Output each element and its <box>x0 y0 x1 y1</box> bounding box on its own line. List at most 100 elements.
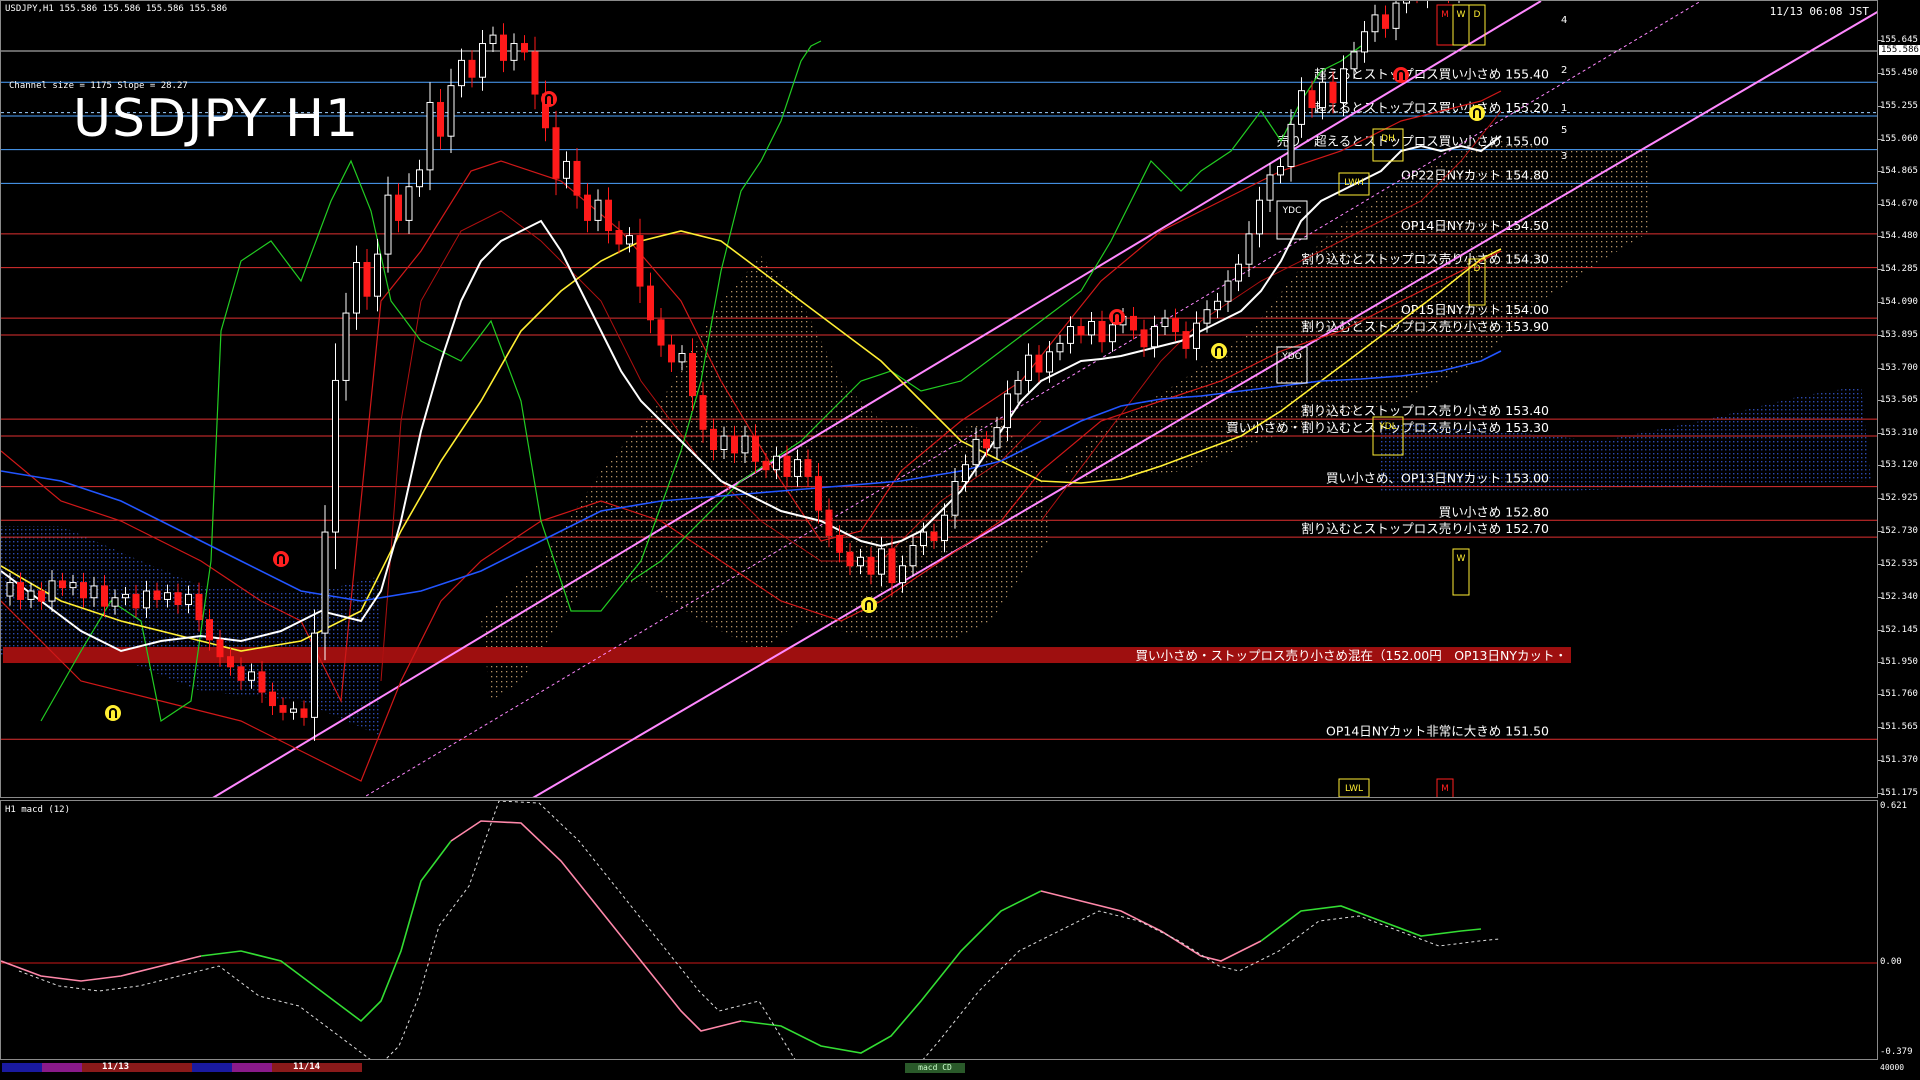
candle-body <box>794 459 801 477</box>
candle-body <box>363 262 371 297</box>
candle-body <box>710 428 717 451</box>
candle-body <box>1077 326 1085 336</box>
price-axis-label: 151.370 <box>1880 755 1918 766</box>
fractal-marker <box>273 551 289 567</box>
macd-pane[interactable]: H1 macd (12) <box>0 800 1878 1060</box>
price-chart-pane[interactable]: 超えるとストップロス買い小さめ 155.40 超えるとストップロス買い小さめ 15… <box>0 0 1878 798</box>
candle-body <box>521 43 528 53</box>
candle-body <box>804 459 812 477</box>
candle-body <box>1067 326 1074 344</box>
candle-body <box>458 59 465 87</box>
candle-body <box>395 194 402 221</box>
candle-body <box>195 593 203 621</box>
marker-label: LWL <box>1345 784 1363 794</box>
candle-body <box>153 590 161 600</box>
candle-body <box>815 475 822 511</box>
candle-body <box>48 580 56 602</box>
candle-body <box>1329 81 1337 103</box>
candle-body <box>1004 393 1011 429</box>
macd-line-rising <box>200 840 452 1023</box>
price-axis-label: 155.645 <box>1880 35 1918 45</box>
level-label: 割り込むとストップロス売り小さめ 154.30 <box>1301 252 1549 267</box>
price-axis-label: 154.865 <box>1880 166 1918 177</box>
symbol-title: USDJPY H1 <box>73 89 360 149</box>
marker-label: D <box>1474 264 1481 274</box>
price-axis-label: 154.480 <box>1880 231 1918 242</box>
fractal-marker <box>541 91 557 107</box>
candle-body <box>143 590 150 609</box>
candle-body <box>489 34 497 45</box>
candle-body <box>752 435 759 462</box>
candle-body <box>909 545 917 567</box>
candle-body <box>216 639 224 658</box>
time-segment <box>42 1063 82 1072</box>
candle-body <box>1035 354 1043 373</box>
macd-line-falling <box>1040 890 1262 962</box>
candle-body <box>132 593 140 609</box>
time-segment <box>192 1063 232 1072</box>
zone-label: 買い小さめ・ストップロス売り小さめ混在（152.00円 OP13日NYカット・ <box>1135 648 1567 663</box>
candle-body <box>857 556 864 567</box>
macd-line-falling <box>1 955 202 982</box>
candle-body <box>920 531 927 547</box>
level-label: 割り込むとストップロス売り小さめ 152.70 <box>1301 521 1549 536</box>
server-time: 11/13 06:08 JST <box>1770 5 1869 18</box>
candle-body <box>1182 331 1190 349</box>
candle-body <box>1151 326 1158 348</box>
fractal-marker <box>1109 309 1125 325</box>
price-axis-label: 151.565 <box>1880 722 1918 733</box>
price-axis-label: 153.310 <box>1880 428 1918 439</box>
candle-body <box>384 194 392 255</box>
price-axis-label: 155.450 <box>1880 67 1918 78</box>
price-axis-label: 151.175 <box>1880 788 1918 798</box>
candle-body <box>437 101 444 137</box>
candle-body <box>1298 90 1305 125</box>
price-axis-label: 155.060 <box>1880 133 1918 144</box>
marker-label: M <box>1441 784 1449 794</box>
chart-window[interactable]: 超えるとストップロス買い小さめ 155.40 超えるとストップロス買い小さめ 15… <box>0 0 1920 1080</box>
candle-body <box>59 580 66 589</box>
candle-body <box>605 199 612 232</box>
candle-body <box>552 127 560 179</box>
price-axis-label: 153.700 <box>1880 362 1918 373</box>
candle-body <box>279 705 287 713</box>
candle-body <box>951 481 959 516</box>
level-label: OP14日NYカット 154.50 <box>1401 218 1549 233</box>
candle-body <box>678 352 686 363</box>
candle-body <box>164 592 171 600</box>
macd-line-rising <box>740 890 1042 1054</box>
candle-body <box>1109 324 1116 343</box>
macd-tab[interactable]: macd CD <box>905 1063 965 1073</box>
macd-axis-label: 0.00 <box>1880 957 1902 967</box>
price-axis-label: 154.670 <box>1880 199 1918 210</box>
macd-signal-line <box>18 801 1500 1059</box>
candle-body <box>1172 317 1179 333</box>
candle-body <box>762 460 770 471</box>
macd-axis-label: 0.621 <box>1880 801 1908 811</box>
candle-body <box>447 85 455 137</box>
level-label: OP14日NYカット非常に大きめ 151.50 <box>1326 723 1549 738</box>
time-axis-bar: 11/13 11/14 macd CD 40000 <box>0 1060 1920 1080</box>
candle-body <box>374 253 381 297</box>
candle-body <box>1203 309 1211 324</box>
price-axis[interactable]: 155.645 155.450 155.255 155.060 154.865 154.6… <box>1878 0 1920 1060</box>
candle-body <box>122 593 129 599</box>
candle-body <box>206 619 213 641</box>
candle-body <box>563 160 570 179</box>
candle-body <box>416 169 423 188</box>
candle-body <box>69 582 77 589</box>
candle-body <box>111 597 119 607</box>
marker-label: DH <box>1381 134 1395 144</box>
candle-body <box>1056 342 1064 353</box>
candle-body <box>941 514 948 541</box>
candle-body <box>90 585 98 599</box>
macd-canvas[interactable] <box>1 801 1878 1060</box>
candle-body <box>101 585 108 607</box>
candle-body <box>479 43 486 78</box>
candle-body <box>1361 31 1368 53</box>
marker-label: YDL <box>1378 422 1396 432</box>
marker-label: W <box>1457 554 1466 564</box>
candle-body <box>248 671 255 681</box>
candle-body <box>1350 51 1358 70</box>
marker-label: M <box>1441 10 1449 20</box>
